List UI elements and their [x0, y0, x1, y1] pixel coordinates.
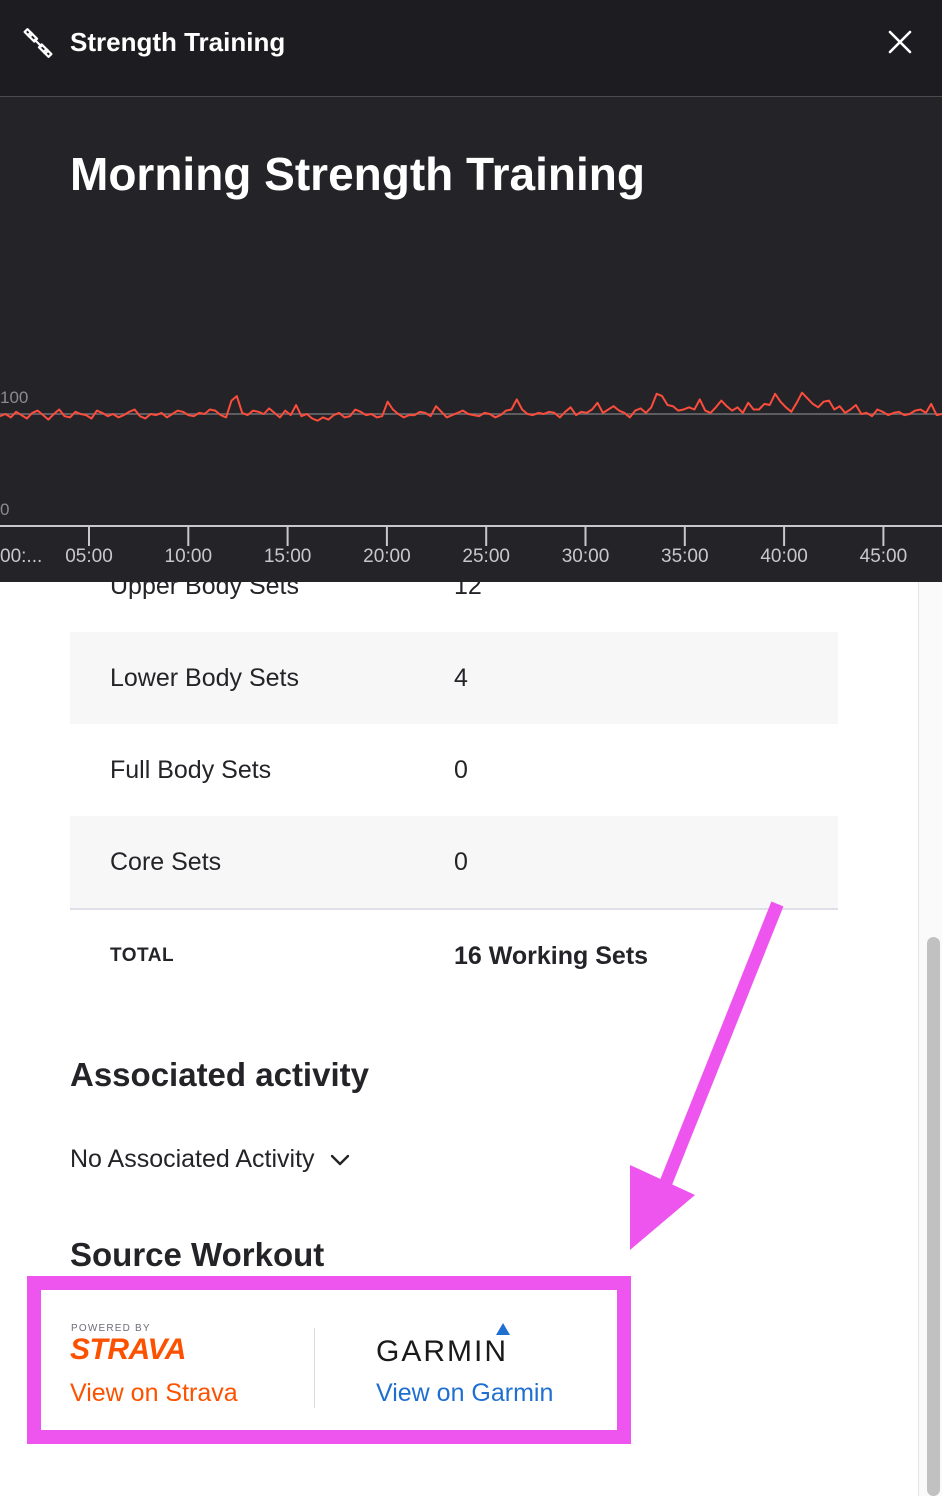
- x-tick-label: 40:00: [760, 546, 808, 567]
- x-tick-label: 35:00: [661, 546, 709, 567]
- activity-type-title: Strength Training: [70, 27, 286, 57]
- x-tick-label: 25:00: [462, 546, 510, 567]
- x-tick-label: 10:00: [165, 546, 213, 567]
- set-label: Full Body Sets: [110, 755, 272, 784]
- set-label: Core Sets: [110, 847, 222, 876]
- set-value: 4: [454, 663, 468, 692]
- x-tick-label: 05:00: [65, 546, 113, 567]
- x-tick-label: 00:...: [0, 546, 42, 567]
- source-workout-heading: Source Workout: [70, 1236, 325, 1273]
- close-icon[interactable]: [884, 26, 916, 58]
- x-tick-label: 30:00: [562, 546, 610, 567]
- associated-activity-select[interactable]: No Associated Activity: [70, 1145, 351, 1174]
- set-label: Lower Body Sets: [110, 663, 299, 692]
- table-row: Full Body Sets 0: [70, 724, 838, 816]
- table-row: Lower Body Sets 4: [70, 632, 838, 724]
- set-value: 0: [454, 847, 468, 876]
- scrollbar-thumb[interactable]: [927, 937, 940, 1496]
- dumbbell-icon: [23, 28, 53, 58]
- activity-header: Strength Training Morning Strength Train…: [0, 0, 942, 582]
- x-tick-label: 15:00: [264, 546, 312, 567]
- workout-title: Morning Strength Training: [70, 148, 645, 200]
- x-tick-label: 20:00: [363, 546, 411, 567]
- associated-activity-value[interactable]: No Associated Activity: [70, 1145, 315, 1174]
- annotation-arrow-icon: [630, 901, 784, 1250]
- associated-activity-heading: Associated activity: [70, 1056, 369, 1093]
- y-tick-label: 0: [0, 500, 9, 519]
- chevron-down-icon[interactable]: [329, 1149, 351, 1171]
- annotation-highlight-box: [27, 1276, 631, 1444]
- y-tick-label: 100: [0, 388, 28, 407]
- x-tick-label: 45:00: [860, 546, 908, 567]
- set-value: 0: [454, 755, 468, 784]
- title-bar: Strength Training: [0, 0, 942, 97]
- total-label: TOTAL: [110, 945, 175, 966]
- heart-rate-chart: 100 0 00:... 05:00 10:00 15:00 20:00 25:00 30:…: [0, 388, 942, 567]
- heart-rate-series-line: [0, 391, 942, 422]
